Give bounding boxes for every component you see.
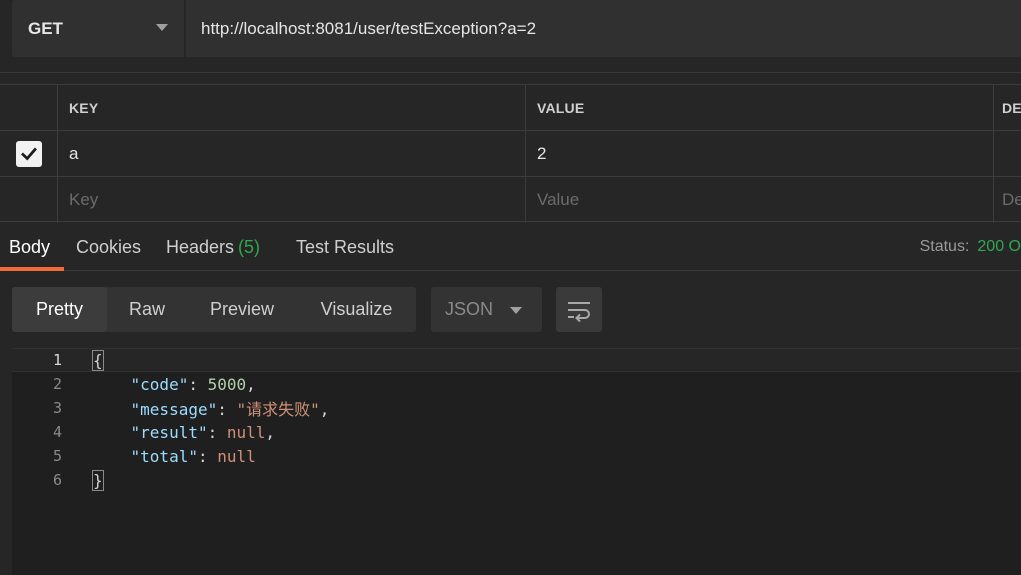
row-check-cell <box>0 131 57 177</box>
line-number: 4 <box>52 423 62 441</box>
json-value: "请求失败" <box>236 400 320 419</box>
param-value: 2 <box>537 144 547 163</box>
tab-cookies[interactable]: Cookies <box>76 223 141 271</box>
new-check-cell <box>0 177 57 223</box>
new-key-input[interactable]: Key <box>57 177 525 223</box>
code-line: 5 "total": null <box>12 444 1021 468</box>
code-line: 1 { <box>12 348 1021 372</box>
line-number: 6 <box>52 471 62 489</box>
url-text: http://localhost:8081/user/testException… <box>201 18 537 38</box>
method-label: GET <box>28 18 63 38</box>
response-status: Status: 200 O <box>920 223 1021 271</box>
tab-headers-label: Headers <box>166 236 235 257</box>
raw-label: Raw <box>128 299 165 319</box>
header-key: KEY <box>57 85 525 131</box>
json-trail: , <box>319 400 330 419</box>
table-row: a 2 <box>0 130 1021 177</box>
pretty-button[interactable]: Pretty <box>12 287 107 332</box>
status-label: Status: <box>919 238 970 255</box>
header-check-cell <box>0 85 57 131</box>
param-key-cell[interactable]: a <box>57 131 525 177</box>
method-select[interactable]: GET <box>12 0 184 57</box>
param-checkbox[interactable] <box>15 141 42 167</box>
chevron-down-icon <box>156 24 168 31</box>
open-brace: { <box>92 349 104 371</box>
response-body-editor[interactable]: 1 { 2 "code": 5000, 3 "message": "请求失败",… <box>12 348 1021 575</box>
code-text: "total": null <box>130 446 256 466</box>
tab-body-label: Body <box>9 236 51 257</box>
visualize-label: Visualize <box>320 299 393 319</box>
header-description: DE <box>993 85 1021 131</box>
wrap-lines-icon <box>568 301 590 322</box>
line-number: 2 <box>52 375 62 393</box>
json-trail: , <box>265 422 276 442</box>
json-value: 5000 <box>207 374 247 394</box>
format-label: JSON <box>445 299 494 319</box>
new-description-input[interactable]: De <box>993 177 1021 223</box>
table-header-row: KEY VALUE DE <box>0 84 1021 131</box>
line-number: 5 <box>52 447 62 465</box>
new-value-input[interactable]: Value <box>525 177 993 223</box>
url-input[interactable]: http://localhost:8081/user/testException… <box>186 0 1021 57</box>
divider <box>0 72 1021 73</box>
json-key: "code" <box>130 374 189 394</box>
format-select[interactable]: JSON <box>431 287 542 332</box>
code-text: "message": "请求失败", <box>130 400 330 419</box>
code-line: 3 "message": "请求失败", <box>12 396 1021 420</box>
json-value: null <box>226 422 266 442</box>
code-line: 4 "result": null, <box>12 420 1021 444</box>
pretty-label: Pretty <box>35 299 83 319</box>
code-text: "code": 5000, <box>130 374 256 394</box>
line-number: 3 <box>52 399 62 417</box>
preview-button[interactable]: Preview <box>187 287 297 332</box>
json-key: "message" <box>130 400 218 419</box>
param-key: a <box>69 144 79 163</box>
tab-test-results-label: Test Results <box>296 236 395 257</box>
view-mode-group: Pretty Raw Preview Visualize <box>12 287 416 332</box>
code-text: } <box>92 469 104 491</box>
json-trail: , <box>246 374 256 394</box>
code-text: "result": null, <box>130 422 276 442</box>
params-table: KEY VALUE DE a 2 Key Value De <box>0 84 1021 223</box>
tab-cookies-label: Cookies <box>76 236 142 257</box>
tab-body[interactable]: Body <box>9 223 50 271</box>
chevron-down-icon <box>510 307 522 314</box>
visualize-button[interactable]: Visualize <box>297 287 416 332</box>
code-line: 6 } <box>12 468 1021 492</box>
param-value-cell[interactable]: 2 <box>525 131 993 177</box>
code-line: 2 "code": 5000, <box>12 372 1021 396</box>
response-tabs: Body Cookies Headers (5) Test Results St… <box>0 223 1021 271</box>
close-brace: } <box>92 469 104 491</box>
table-row-new: Key Value De <box>0 176 1021 223</box>
param-description-cell[interactable] <box>993 131 1021 177</box>
header-value: VALUE <box>525 85 993 131</box>
checkmark-icon <box>20 147 37 161</box>
json-key: "total" <box>130 446 198 466</box>
request-bar: GET http://localhost:8081/user/testExcep… <box>0 0 1021 58</box>
headers-count-badge: (5) <box>238 236 261 257</box>
line-number: 1 <box>52 351 62 369</box>
json-value: null <box>217 446 256 466</box>
active-tab-indicator <box>0 267 64 271</box>
status-code: 200 O <box>977 238 1021 255</box>
wrap-lines-button[interactable] <box>556 287 602 332</box>
raw-button[interactable]: Raw <box>107 287 187 332</box>
tab-headers[interactable]: Headers (5) <box>166 223 260 271</box>
code-text: { <box>92 349 104 371</box>
json-key: "result" <box>130 422 208 442</box>
preview-label: Preview <box>209 299 275 319</box>
tab-test-results[interactable]: Test Results <box>296 223 394 271</box>
